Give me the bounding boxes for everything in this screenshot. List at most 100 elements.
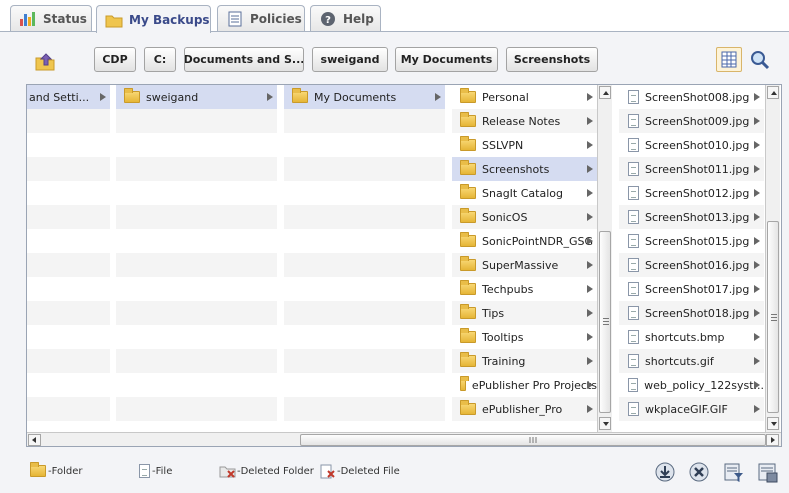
list-item[interactable]: ScreenShot013.jpg [619,205,764,229]
folder-icon [460,208,476,223]
breadcrumb-my-documents[interactable]: My Documents [395,47,498,72]
chevron-right-icon [754,285,760,293]
list-item[interactable]: wkplaceGIF.GIF [619,397,764,421]
file-icon [628,162,639,176]
list-item[interactable]: Tooltips [452,325,597,349]
folder-icon [460,160,476,175]
folder-icon [460,376,469,391]
horizontal-scroll-thumb[interactable] [300,434,766,446]
scroll-down-button[interactable] [767,417,779,430]
column-5-scrollbar[interactable] [765,85,780,432]
legend-deleted-folder: -Deleted Folder [219,464,314,478]
chevron-right-icon [754,333,760,341]
tab-policies-label: Policies [250,12,302,26]
breadcrumb-sweigand[interactable]: sweigand [312,47,388,72]
breadcrumb-cdp[interactable]: CDP [94,47,136,72]
list-item[interactable]: Tips [452,301,597,325]
chevron-right-icon [587,165,593,173]
folder-icon [30,462,46,477]
column-4-scrollbar[interactable] [597,85,612,432]
folder-icon [460,352,476,367]
list-item[interactable]: SonicPointNDR_GSG [452,229,597,253]
magnifier-icon[interactable] [749,49,771,71]
filter-icon[interactable] [723,462,743,482]
scroll-left-button[interactable] [28,434,41,446]
scroll-down-button[interactable] [599,417,611,430]
chevron-right-icon [754,357,760,365]
list-item[interactable]: ePublisher Pro Projects [452,373,597,397]
scroll-up-button[interactable] [599,86,611,99]
list-item[interactable]: SuperMassive [452,253,597,277]
chevron-right-icon [587,357,593,365]
list-item[interactable]: Training [452,349,597,373]
column-1: and Setti... [27,85,110,432]
list-item[interactable]: SnagIt Catalog [452,181,597,205]
list-item[interactable]: SSLVPN [452,133,597,157]
file-icon [139,464,150,478]
download-icon[interactable] [655,462,675,482]
list-item[interactable]: ScreenShot010.jpg [619,133,764,157]
list-item[interactable]: SonicOS [452,205,597,229]
folder-icon [105,12,123,28]
list-item[interactable]: and Setti... [27,85,110,109]
column-view-icon[interactable] [716,47,742,72]
list-item[interactable]: ScreenShot012.jpg [619,181,764,205]
column-4: Personal Release Notes SSLVPN Screenshots Sn… [452,85,597,432]
restore-icon[interactable] [757,462,778,483]
chevron-right-icon [587,213,593,221]
chevron-right-icon [587,237,593,245]
deleted-file-icon [320,464,337,479]
backups-panel: CDP C: Documents and S... sweigand My Do… [0,32,789,493]
tab-my-backups[interactable]: My Backups [96,5,211,33]
folder-icon [124,88,140,103]
legend-file: -File [139,464,172,478]
chevron-right-icon [754,261,760,269]
chevron-right-icon [754,381,760,389]
list-item[interactable]: ScreenShot009.jpg [619,109,764,133]
folder-icon [460,304,476,319]
list-item[interactable]: ScreenShot011.jpg [619,157,764,181]
file-icon [628,258,639,272]
list-item[interactable]: shortcuts.gif [619,349,764,373]
scroll-up-button[interactable] [767,86,779,99]
list-item[interactable]: My Documents [284,85,445,109]
file-icon [628,210,639,224]
list-item[interactable]: ScreenShot008.jpg [619,85,764,109]
list-item[interactable]: web_policy_122syst... [619,373,764,397]
list-item[interactable]: ScreenShot015.jpg [619,229,764,253]
breadcrumb-screenshots[interactable]: Screenshots [506,47,598,72]
list-item[interactable]: Personal [452,85,597,109]
tab-help[interactable]: ? Help [310,5,381,32]
scroll-right-button[interactable] [766,434,779,446]
file-icon [628,378,639,392]
list-item[interactable]: Release Notes [452,109,597,133]
list-item[interactable]: sweigand [116,85,277,109]
up-folder-icon[interactable] [34,50,56,72]
list-item[interactable]: ScreenShot017.jpg [619,277,764,301]
list-item[interactable]: Techpubs [452,277,597,301]
list-item[interactable]: ePublisher_Pro [452,397,597,421]
folder-icon [460,88,476,103]
folder-icon [460,232,476,247]
file-icon [628,114,639,128]
chevron-right-icon [587,333,593,341]
tab-policies[interactable]: Policies [217,5,305,32]
list-item[interactable]: ScreenShot018.jpg [619,301,764,325]
scroll-thumb[interactable] [767,221,779,413]
list-item[interactable]: Screenshots [452,157,597,181]
breadcrumb-documents-and-settings[interactable]: Documents and S... [184,47,304,72]
chevron-right-icon [754,117,760,125]
chevron-right-icon [754,309,760,317]
list-item[interactable]: shortcuts.bmp [619,325,764,349]
delete-icon[interactable] [689,462,709,482]
breadcrumb-c-drive[interactable]: C: [144,47,176,72]
list-item[interactable]: ScreenShot016.jpg [619,253,764,277]
horizontal-scrollbar[interactable] [27,432,781,446]
chevron-right-icon [587,141,593,149]
chevron-right-icon [587,309,593,317]
file-icon [628,330,639,344]
help-icon: ? [319,11,337,27]
scroll-thumb[interactable] [599,231,611,413]
tab-status[interactable]: Status [10,5,92,32]
column-5: ScreenShot008.jpg ScreenShot009.jpg Screen… [619,85,764,432]
